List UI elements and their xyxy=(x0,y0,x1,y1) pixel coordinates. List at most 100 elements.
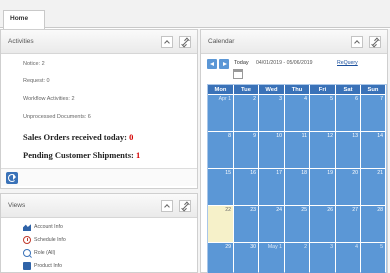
requery-link[interactable]: ReQuery xyxy=(337,60,358,66)
collapse-button[interactable] xyxy=(350,36,363,48)
day-number: 21 xyxy=(377,170,383,176)
day-number: 2 xyxy=(253,96,256,102)
calendar-day-cell[interactable]: 12 xyxy=(310,132,335,168)
view-item-label: Schedule Info xyxy=(34,236,66,243)
sales-orders-count: 0 xyxy=(129,132,134,142)
calendar-day-cell[interactable]: 7 xyxy=(361,95,385,131)
day-number: 9 xyxy=(253,133,256,139)
expand-button[interactable] xyxy=(179,36,191,48)
day-number: 4 xyxy=(304,96,307,102)
collapse-button[interactable] xyxy=(160,36,173,48)
calendar-title: Calendar xyxy=(208,38,235,45)
sales-orders-label: Sales Orders received today: xyxy=(23,132,130,142)
calendar-day-cell[interactable]: 21 xyxy=(361,169,385,205)
calendar-day-cell[interactable]: 4 xyxy=(285,95,309,131)
calendar-header: Calendar xyxy=(201,30,387,54)
calendar-day-cell[interactable]: 9 xyxy=(234,132,258,168)
calendar-day-cell[interactable]: 15 xyxy=(208,169,233,205)
today-button[interactable]: Today xyxy=(232,57,253,69)
day-number: 10 xyxy=(276,133,282,139)
day-number: 6 xyxy=(355,96,358,102)
day-number: 22 xyxy=(225,207,231,213)
views-panel: Views Account Info Schedule Info Role (A… xyxy=(0,193,198,273)
day-number: 2 xyxy=(304,244,307,250)
activities-panel: Activities Notice: 2 Request: 0 Workflow… xyxy=(0,29,198,189)
day-number: 7 xyxy=(380,96,383,102)
refresh-icon[interactable] xyxy=(6,172,18,184)
calendar-day-cell[interactable]: 4 xyxy=(336,243,360,273)
calendar-day-cell[interactable]: 6 xyxy=(336,95,360,131)
calendar-day-cell[interactable]: 29 xyxy=(208,243,233,273)
views-header: Views xyxy=(1,194,197,218)
calendar-day-cell[interactable]: 13 xyxy=(336,132,360,168)
request-count: Request: 0 xyxy=(23,78,50,84)
chevron-up-icon xyxy=(164,204,170,210)
view-item-label: Role (All) xyxy=(34,249,56,256)
calendar-day-cell[interactable]: 16 xyxy=(234,169,258,205)
calendar-day-cell[interactable]: 23 xyxy=(234,206,258,242)
views-title: Views xyxy=(8,202,26,209)
unprocessed-documents-count: Unprocessed Documents: 6 xyxy=(23,114,91,120)
calendar-day-cell[interactable]: 27 xyxy=(336,206,360,242)
expand-button[interactable] xyxy=(179,200,191,212)
day-number: 18 xyxy=(301,170,307,176)
calendar-day-cell[interactable]: 3 xyxy=(310,243,335,273)
chevron-up-icon xyxy=(354,40,360,46)
calendar-day-cell[interactable]: 5 xyxy=(310,95,335,131)
next-month-button[interactable] xyxy=(219,59,229,69)
calendar-day-cell[interactable]: 25 xyxy=(285,206,309,242)
calendar-day-cell[interactable]: 28 xyxy=(361,206,385,242)
calendar-day-cell[interactable]: 11 xyxy=(285,132,309,168)
day-number: 30 xyxy=(250,244,256,250)
calendar-day-cell[interactable]: 26 xyxy=(310,206,335,242)
magnifier-icon xyxy=(23,249,31,257)
day-header: Wed xyxy=(259,85,284,94)
pending-customer-shipments: Pending Customer Shipments: 1 xyxy=(23,150,140,160)
day-header: Fri xyxy=(310,85,335,94)
calendar-day-cell[interactable]: Apr 1 xyxy=(208,95,233,131)
calendar-day-cell[interactable]: 10 xyxy=(259,132,284,168)
box-icon xyxy=(23,262,31,270)
calendar-day-cell[interactable]: 22 xyxy=(208,206,233,242)
collapse-button[interactable] xyxy=(160,200,173,212)
calendar-day-cell[interactable]: 8 xyxy=(208,132,233,168)
day-number: 3 xyxy=(330,244,333,250)
view-item-label: Product Info xyxy=(34,262,62,269)
day-number: 20 xyxy=(352,170,358,176)
activities-header: Activities xyxy=(1,30,197,54)
tab-home[interactable]: Home xyxy=(3,10,45,29)
calendar-day-cell[interactable]: 20 xyxy=(336,169,360,205)
day-number: 3 xyxy=(279,96,282,102)
expand-button[interactable] xyxy=(369,36,381,48)
activities-title: Activities xyxy=(8,38,34,45)
calendar-day-cell[interactable]: May 1 xyxy=(259,243,284,273)
calendar-day-cell[interactable]: 17 xyxy=(259,169,284,205)
calendar-day-cell[interactable]: 2 xyxy=(234,95,258,131)
day-number: 5 xyxy=(380,244,383,250)
previous-month-button[interactable] xyxy=(207,59,217,69)
expand-icon xyxy=(372,39,379,46)
day-number: 28 xyxy=(377,207,383,213)
workflow-activities-count: Workflow Activities: 2 xyxy=(23,96,75,102)
calendar-day-cell[interactable]: 14 xyxy=(361,132,385,168)
day-number: 19 xyxy=(327,170,333,176)
calendar-day-cell[interactable]: 24 xyxy=(259,206,284,242)
calendar-day-cell[interactable]: 19 xyxy=(310,169,335,205)
calendar-picker-icon[interactable] xyxy=(233,69,243,79)
day-number: 25 xyxy=(301,207,307,213)
pending-shipments-label: Pending Customer Shipments: xyxy=(23,150,136,160)
calendar-day-cell[interactable]: 18 xyxy=(285,169,309,205)
day-number: 24 xyxy=(276,207,282,213)
day-number: 14 xyxy=(377,133,383,139)
calendar-day-cell[interactable]: 5 xyxy=(361,243,385,273)
calendar-day-cell[interactable]: 2 xyxy=(285,243,309,273)
calendar-day-cell[interactable]: 3 xyxy=(259,95,284,131)
tab-bar: Home xyxy=(0,0,390,29)
day-number: 8 xyxy=(228,133,231,139)
notice-count: Notice: 2 xyxy=(23,61,45,67)
day-header: Tue xyxy=(234,85,258,94)
day-number: 4 xyxy=(355,244,358,250)
calendar-day-cell[interactable]: 30 xyxy=(234,243,258,273)
day-number: 15 xyxy=(225,170,231,176)
day-number: 5 xyxy=(330,96,333,102)
